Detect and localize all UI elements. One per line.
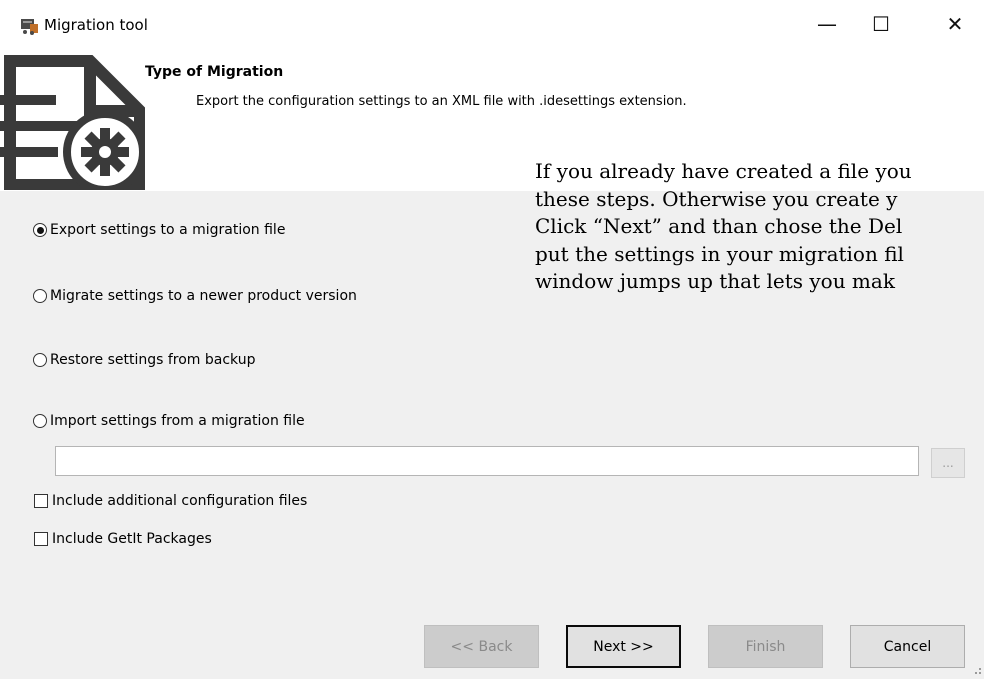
option-label: Export settings to a migration file (50, 222, 286, 238)
back-button[interactable]: << Back (424, 625, 539, 668)
maximize-button[interactable]: ☐ (852, 0, 910, 48)
document-settings-icon (0, 55, 145, 190)
window-title: Migration tool (44, 16, 148, 34)
option-restore-settings[interactable]: Restore settings from backup (33, 352, 255, 368)
browse-button[interactable]: ... (931, 448, 965, 478)
option-migrate-settings[interactable]: Migrate settings to a newer product vers… (33, 288, 357, 304)
option-export-settings[interactable]: Export settings to a migration file (33, 222, 285, 238)
checkbox[interactable] (34, 532, 48, 546)
title-bar: Migration tool — ☐ ✕ (0, 0, 984, 60)
resize-grip-icon[interactable] (972, 667, 982, 677)
overlay-line: If you already have created a file you (535, 159, 912, 183)
option-import-settings[interactable]: Import settings from a migration file (33, 413, 305, 429)
radio-button[interactable] (33, 414, 47, 428)
migration-file-path-input[interactable] (55, 446, 919, 476)
radio-button[interactable] (33, 223, 47, 237)
checkbox-include-getit-packages[interactable]: Include GetIt Packages (34, 531, 212, 547)
overlay-line: window jumps up that lets you mak (535, 269, 895, 293)
option-label: Import settings from a migration file (50, 413, 305, 429)
overlay-instructions: If you already have created a file you t… (535, 158, 984, 296)
radio-selected-dot (36, 226, 44, 234)
option-label: Migrate settings to a newer product vers… (50, 288, 357, 304)
page-title: Type of Migration (145, 64, 284, 80)
page-description: Export the configuration settings to an … (196, 94, 687, 109)
radio-button[interactable] (33, 353, 47, 367)
checkbox-label: Include GetIt Packages (52, 531, 212, 547)
radio-button[interactable] (33, 289, 47, 303)
overlay-line: Click “Next” and than chose the Del (535, 214, 903, 238)
cancel-button[interactable]: Cancel (850, 625, 965, 668)
overlay-line: these steps. Otherwise you create y (535, 186, 898, 211)
overlay-line: put the settings in your migration fil (535, 241, 904, 266)
checkbox-include-config-files[interactable]: Include additional configuration files (34, 493, 307, 509)
checkbox-label: Include additional configuration files (52, 493, 308, 509)
next-button[interactable]: Next >> (566, 625, 681, 668)
migration-tool-app-icon (21, 19, 38, 35)
minimize-button[interactable]: — (798, 0, 856, 48)
option-label: Restore settings from backup (50, 352, 256, 368)
checkbox[interactable] (34, 494, 48, 508)
close-button[interactable]: ✕ (926, 0, 984, 48)
finish-button[interactable]: Finish (708, 625, 823, 668)
